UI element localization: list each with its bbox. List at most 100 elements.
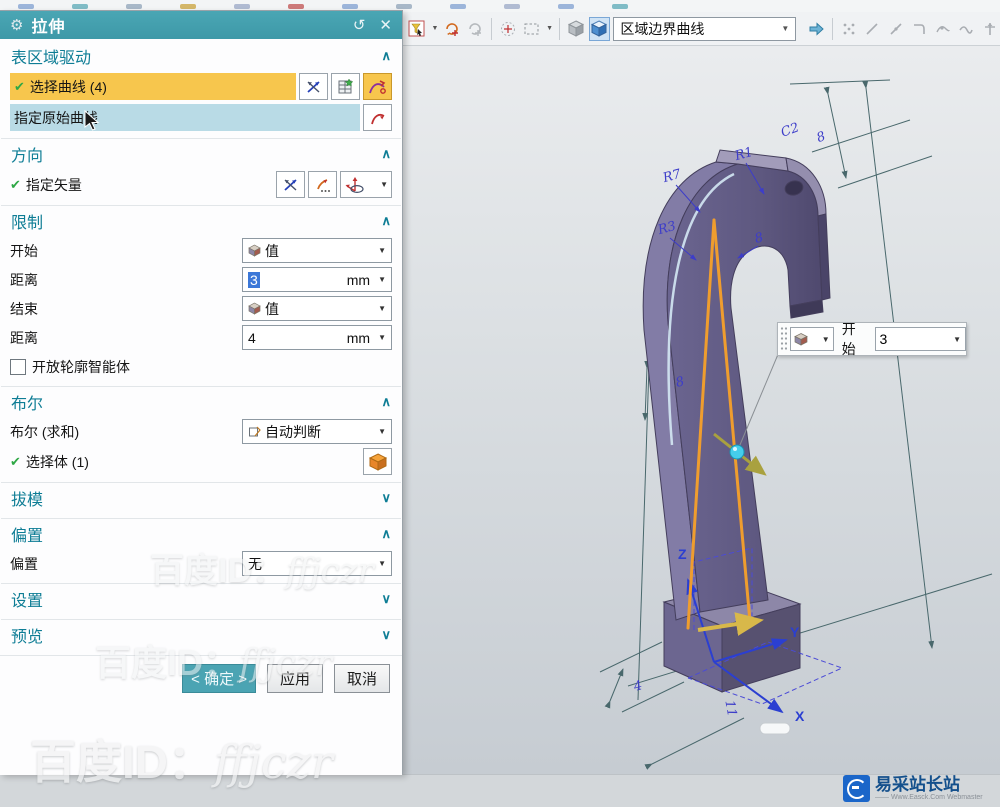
dialog-title: 拉伸	[31, 19, 66, 36]
offset-mode-combo[interactable]: 无 ▼	[242, 551, 392, 576]
section-header-draft[interactable]: 拔模 ∨	[1, 483, 401, 513]
boolean-mode-combo[interactable]: 自动判断 ▼	[242, 419, 392, 444]
collapse-icon[interactable]: ∧	[381, 146, 391, 162]
origin-curve-row: 指定原始曲线	[1, 102, 401, 133]
end-unit-caret-icon: ▼	[378, 333, 386, 342]
section-header-settings[interactable]: 设置 ∨	[1, 584, 401, 614]
end-mode-value: 值	[265, 300, 279, 317]
boolean-mode-row: 布尔 (求和) 自动判断 ▼	[1, 417, 401, 446]
snap-point-scope-icon[interactable]	[498, 17, 518, 41]
end-distance-input[interactable]: 4 mm ▼	[242, 325, 392, 350]
check-icon: ✔	[10, 176, 21, 192]
select-body-label: 选择体 (1)	[25, 453, 89, 470]
curve-rule-combo[interactable]: 区域边界曲线 ▼	[613, 16, 797, 41]
boolean-mode-caret-icon: ▼	[378, 427, 386, 436]
ribbon-fragment	[612, 3, 628, 9]
start-distance-input[interactable]: 3 mm ▼	[242, 267, 392, 292]
offset-mode-caret-icon: ▼	[378, 559, 386, 568]
open-profile-label: 开放轮廓智能体	[32, 358, 130, 375]
select-curve-field[interactable]: ✔ 选择曲线 (4)	[10, 73, 296, 100]
vector-dialog-icon[interactable]	[308, 171, 337, 198]
start-value-spinner[interactable]: 3 ▼	[874, 327, 966, 351]
collapse-icon[interactable]: ∧	[381, 526, 391, 542]
end-row: 结束 值 ▼	[1, 294, 401, 323]
collapse-icon[interactable]: ∧	[381, 213, 391, 229]
intersection-stop-icon[interactable]	[299, 73, 328, 100]
cancel-button[interactable]: 取消	[334, 664, 390, 693]
reset-icon[interactable]: ↺	[353, 16, 366, 34]
origin-curve-field[interactable]: 指定原始曲线	[10, 104, 360, 131]
snap-intersection-icon[interactable]	[979, 17, 999, 41]
vector-type-combo[interactable]: ▼	[340, 171, 392, 198]
view-orient-cube-icon[interactable]	[566, 17, 586, 41]
deselect-icon[interactable]	[465, 17, 485, 41]
value-cube-icon	[794, 333, 808, 346]
end-distance-unit[interactable]: mm	[347, 330, 370, 346]
select-origin-curve-icon[interactable]	[363, 104, 392, 131]
site-logo-tagline: —— Www.Easck.Com Webmaster	[875, 793, 983, 801]
end-mode-combo[interactable]: 值 ▼	[242, 296, 392, 321]
section-header-drive[interactable]: 表区域驱动 ∧	[1, 41, 401, 71]
select-body-cube-icon[interactable]	[363, 448, 392, 475]
toolbar-grip-handle[interactable]	[780, 326, 787, 352]
axis-handle-pill[interactable]	[759, 722, 791, 735]
start-unit-caret-icon: ▼	[378, 275, 386, 284]
close-icon[interactable]: ✕	[379, 16, 392, 34]
start-mode-mini-combo[interactable]: ▼	[789, 327, 834, 351]
ribbon-fragment	[342, 3, 358, 9]
snap-point-pattern-icon[interactable]	[839, 17, 859, 41]
toolbar-separator	[559, 17, 560, 40]
type-filter-icon[interactable]	[407, 17, 427, 41]
section-title: 限制	[11, 215, 44, 232]
model-body[interactable]	[642, 149, 831, 693]
start-mode-combo[interactable]: 值 ▼	[242, 238, 392, 263]
section-header-boolean[interactable]: 布尔 ∧	[1, 387, 401, 417]
section-header-limits[interactable]: 限制 ∧	[1, 206, 401, 236]
ok-button[interactable]: < 确定 >	[182, 664, 256, 693]
collapse-icon[interactable]: ∧	[381, 394, 391, 410]
section-boolean: 布尔 ∧ 布尔 (求和) 自动判断 ▼ ✔ 选择体 (1)	[1, 387, 401, 483]
start-mode-caret-icon: ▼	[378, 246, 386, 255]
section-header-preview[interactable]: 预览 ∨	[1, 620, 401, 650]
expand-icon[interactable]: ∨	[381, 591, 391, 607]
snap-endpoint-icon[interactable]	[862, 17, 882, 41]
end-distance-label: 距离	[10, 329, 38, 346]
confirm-arrow-icon[interactable]	[805, 17, 825, 41]
spinner-caret-icon: ▼	[953, 334, 961, 344]
select-curve-row: ✔ 选择曲线 (4)	[1, 71, 401, 102]
section-header-direction[interactable]: 方向 ∧	[1, 139, 401, 169]
snap-point-on-curve-icon[interactable]	[933, 17, 953, 41]
boolean-label: 布尔 (求和)	[10, 423, 80, 440]
apply-button[interactable]: 应用	[267, 664, 323, 693]
open-profile-checkbox[interactable]	[10, 358, 26, 375]
rectangle-select-caret-icon[interactable]: ▼	[546, 25, 553, 32]
snap-midpoint-icon[interactable]	[886, 17, 906, 41]
end-distance-value: 4	[248, 329, 256, 346]
swap-vector-icon[interactable]	[276, 171, 305, 198]
collapse-icon[interactable]: ∧	[381, 48, 391, 64]
type-filter-caret-icon[interactable]: ▼	[431, 25, 438, 32]
ribbon-fragment	[180, 3, 196, 9]
section-limits: 限制 ∧ 开始 值 ▼ 距离 3 mm ▼ 结束 值 ▼ 距离 4 mm ▼ 开…	[1, 206, 401, 387]
toolbar-separator	[491, 17, 493, 40]
snap-corner-icon[interactable]	[909, 17, 929, 41]
check-icon: ✔	[10, 453, 21, 469]
shaded-view-icon[interactable]	[589, 16, 611, 41]
section-header-offset[interactable]: 偏置 ∧	[1, 519, 401, 549]
expand-icon[interactable]: ∨	[381, 490, 391, 506]
drag-handle-ball[interactable]	[729, 444, 745, 460]
nx-window: ▼ ▼ 区域边界曲线 ▼ C2 8 R1 R7 R3 8 8 4 11 X Y …	[0, 0, 1000, 807]
model-canvas[interactable]	[403, 46, 1000, 774]
curve-rule-icon[interactable]	[363, 73, 392, 100]
dialog-titlebar[interactable]: ⚙ 拉伸 ↺ ✕	[0, 11, 402, 39]
inferred-cube-icon	[249, 426, 261, 437]
start-distance-unit[interactable]: mm	[347, 272, 370, 288]
snap-tangent-icon[interactable]	[956, 17, 976, 41]
ribbon-fragment	[558, 3, 574, 9]
dialog-button-row: < 确定 > 应用 取消	[0, 655, 402, 699]
expand-icon[interactable]: ∨	[381, 627, 391, 643]
rectangle-select-icon[interactable]	[522, 17, 542, 41]
select-scope-icon[interactable]	[441, 17, 461, 41]
curve-list-icon[interactable]	[331, 73, 360, 100]
section-title: 预览	[11, 629, 44, 646]
